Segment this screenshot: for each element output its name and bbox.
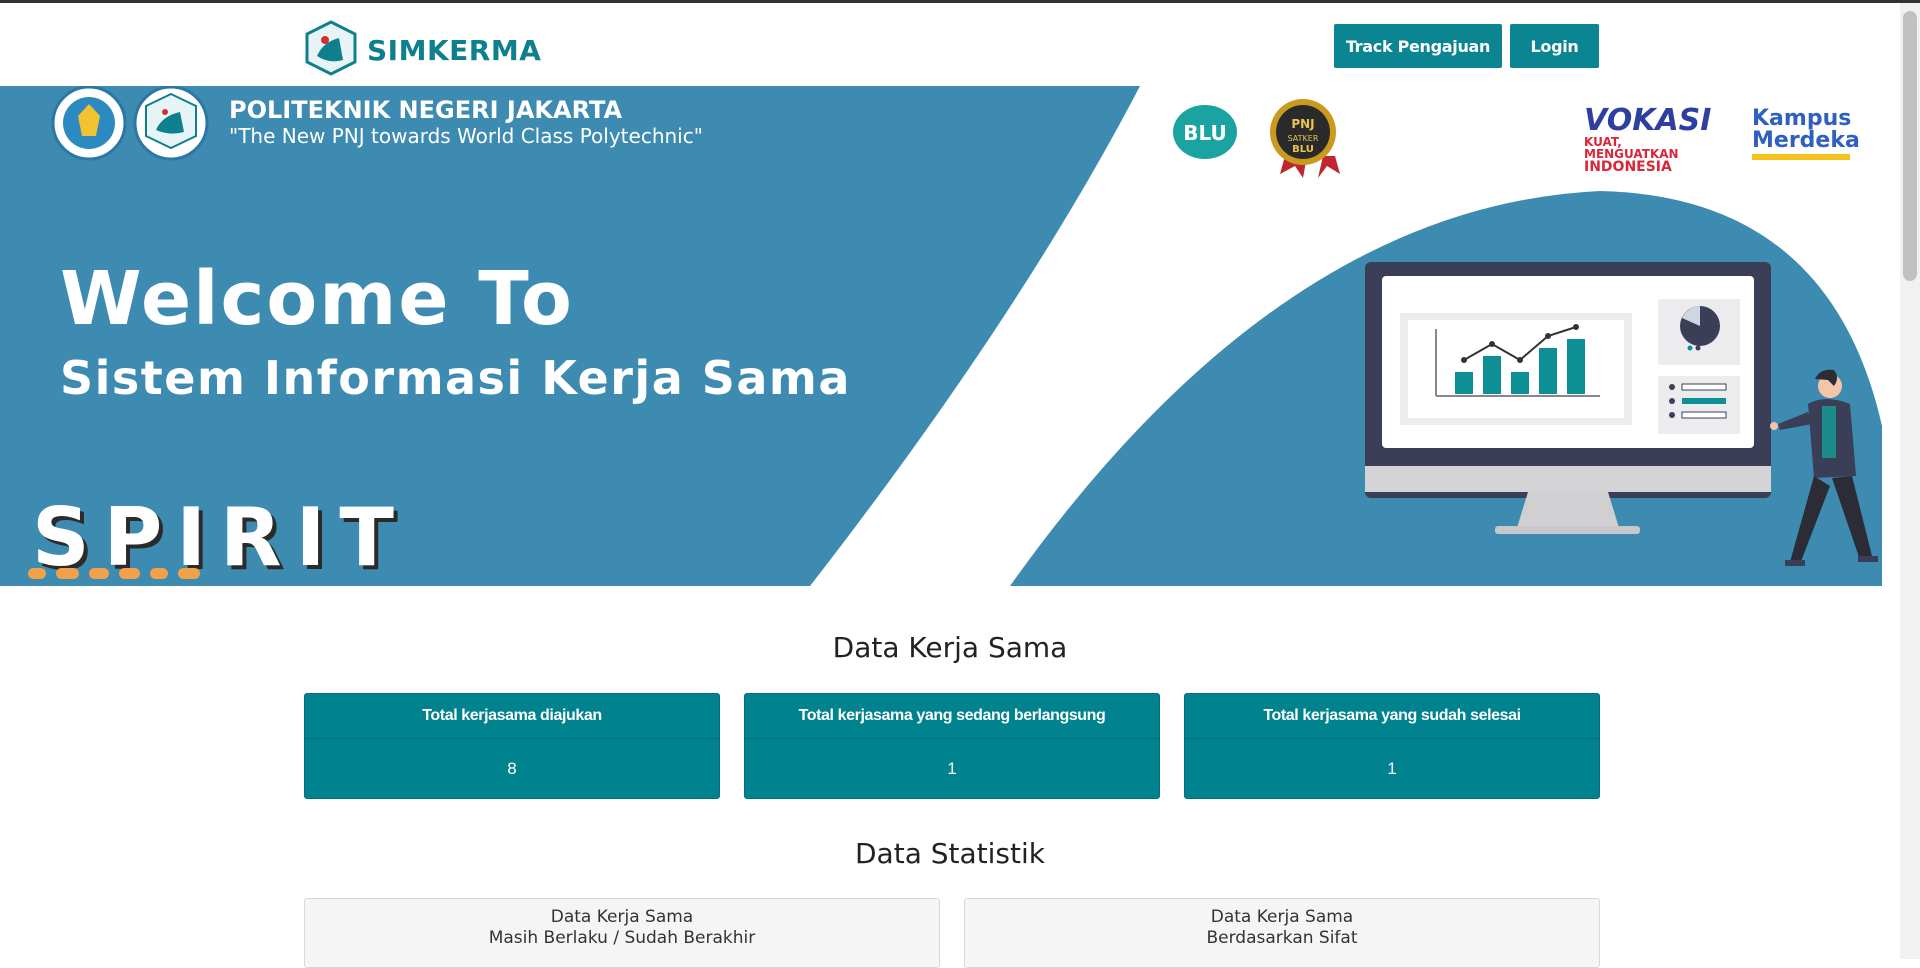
svg-text:BLU: BLU xyxy=(1183,121,1227,145)
pnj-satker-badge-icon: PNJ SATKER BLU xyxy=(1270,99,1340,178)
svg-text:PNJ: PNJ xyxy=(1291,117,1314,131)
card-value: 1 xyxy=(947,759,957,778)
total-berlangsung-card: Total kerjasama yang sedang berlangsung … xyxy=(744,693,1160,799)
card-value: 8 xyxy=(507,759,517,778)
institution-name: POLITEKNIK NEGERI JAKARTA xyxy=(229,96,623,124)
blu-badge-icon: BLU xyxy=(1173,105,1237,159)
card-label: Total kerjasama yang sudah selesai xyxy=(1185,694,1599,739)
spirit-tag xyxy=(89,568,109,579)
institution-tagline: "The New PNJ towards World Class Polytec… xyxy=(229,124,703,148)
svg-text:BLU: BLU xyxy=(1292,144,1314,155)
card-label: Total kerjasama yang sedang berlangsung xyxy=(745,694,1159,739)
spirit-tag xyxy=(150,568,169,579)
card-value: 1 xyxy=(1387,759,1397,778)
spirit-tag xyxy=(118,568,141,579)
simkerma-logo-icon xyxy=(303,20,359,81)
pnj-logo-icon xyxy=(133,86,209,161)
stat-box-subtitle: Berdasarkan Sifat xyxy=(1206,928,1358,948)
brand-name: SIMKERMA xyxy=(367,34,542,67)
welcome-heading: Welcome To xyxy=(60,256,574,342)
welcome-subheading: Sistem Informasi Kerja Sama xyxy=(60,351,851,405)
spirit-tag xyxy=(178,568,200,579)
spirit-tag xyxy=(28,568,46,579)
kemendikbud-logo-icon xyxy=(51,86,127,161)
total-diajukan-card: Total kerjasama diajukan 8 xyxy=(304,693,720,799)
spirit-tag xyxy=(55,568,80,579)
top-navbar: SIMKERMA Track Pengajuan Login xyxy=(0,6,1900,86)
login-button[interactable]: Login xyxy=(1510,24,1599,68)
hero-banner: BLU PNJ SATKER BLU POLITEKNIK NEGERI JAK… xyxy=(0,86,1882,586)
stat-box-berlaku: Data Kerja Sama Masih Berlaku / Sudah Be… xyxy=(304,898,940,968)
brand[interactable]: SIMKERMA xyxy=(303,20,541,81)
total-selesai-card: Total kerjasama yang sudah selesai 1 xyxy=(1184,693,1600,799)
kampus-merdeka-logo: Kampus Merdeka xyxy=(1752,108,1860,160)
stat-box-title: Data Kerja Sama xyxy=(1210,907,1354,927)
monitor-illustration-icon xyxy=(1365,262,1771,534)
spirit-values xyxy=(28,568,200,579)
data-statistik-title: Data Statistik xyxy=(855,837,1045,870)
stat-box-subtitle: Masih Berlaku / Sudah Berakhir xyxy=(488,928,756,948)
data-kerja-sama-title: Data Kerja Sama xyxy=(832,631,1068,664)
page-scrollbar[interactable] xyxy=(1900,3,1920,959)
track-pengajuan-button[interactable]: Track Pengajuan xyxy=(1334,24,1502,68)
vokasi-logo: VOKASI KUAT, MENGUATKAN INDONESIA xyxy=(1584,103,1712,175)
card-label: Total kerjasama diajukan xyxy=(305,694,719,739)
scrollbar-thumb[interactable] xyxy=(1903,11,1917,281)
stat-box-sifat: Data Kerja Sama Berdasarkan Sifat xyxy=(964,898,1600,968)
stat-box-title: Data Kerja Sama xyxy=(550,907,694,927)
svg-text:SATKER: SATKER xyxy=(1288,134,1319,143)
